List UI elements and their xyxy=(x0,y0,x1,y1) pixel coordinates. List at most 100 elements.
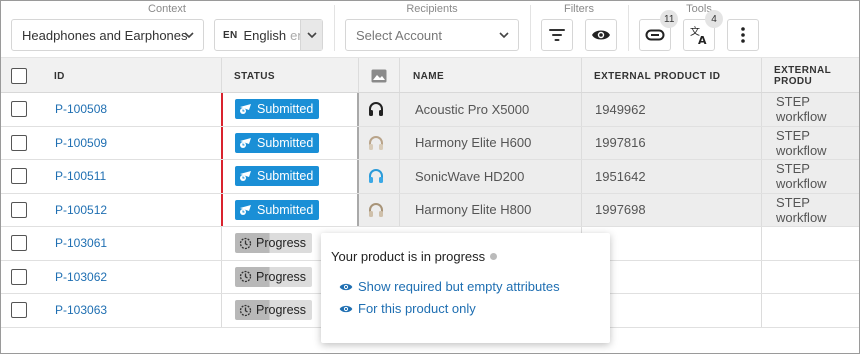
select-all-checkbox[interactable] xyxy=(11,68,27,84)
context-select-value: Headphones and Earphones xyxy=(22,27,188,43)
toolbar-divider xyxy=(628,5,629,51)
external-workflow: STEP workflow xyxy=(776,127,827,158)
language-name: English xyxy=(243,27,287,43)
product-id-link[interactable]: P-103062 xyxy=(55,270,107,284)
column-divider xyxy=(221,294,222,327)
product-id-link[interactable]: P-103061 xyxy=(55,236,107,250)
product-name: Acoustic Pro X5000 xyxy=(415,101,530,117)
submitted-icon xyxy=(239,137,253,149)
status-dot-icon xyxy=(490,253,498,260)
status-badge[interactable]: Submitted xyxy=(235,166,320,187)
header-external-product-workflow[interactable]: EXTERNAL PRODU xyxy=(774,58,859,94)
this-product-only-link[interactable]: For this product only xyxy=(339,301,476,316)
context-select[interactable]: Headphones and Earphones xyxy=(11,19,204,51)
status-badge[interactable]: Submitted xyxy=(235,199,320,220)
eye-icon xyxy=(592,30,610,40)
product-id-link[interactable]: P-103063 xyxy=(55,303,107,317)
row-checkbox[interactable] xyxy=(11,101,27,118)
status-cell: Submitted xyxy=(235,127,320,160)
row-select-cell xyxy=(11,194,27,227)
status-badge[interactable]: Progress xyxy=(235,233,313,254)
more-options-button[interactable] xyxy=(727,19,759,51)
status-label: Submitted xyxy=(257,135,314,150)
product-id-link[interactable]: P-100511 xyxy=(55,169,106,183)
column-divider xyxy=(221,260,222,293)
product-id-link[interactable]: P-100509 xyxy=(55,136,107,150)
column-divider xyxy=(399,58,400,92)
product-id-link[interactable]: P-100512 xyxy=(55,203,107,217)
image-divider-bar xyxy=(357,126,359,159)
headphones-thumbnail[interactable] xyxy=(367,134,385,152)
filters-group-label: Filters xyxy=(564,3,594,15)
clock-icon xyxy=(239,304,252,317)
row-select-cell xyxy=(11,127,27,160)
tools-group-label: Tools xyxy=(686,3,712,15)
table-row[interactable]: P-100508 Submitted Acoustic Pro X5000 19… xyxy=(1,93,859,127)
table-row[interactable]: P-100512 Submitted Harmony Elite H800 19… xyxy=(1,193,859,227)
column-divider xyxy=(581,160,582,193)
table-row[interactable]: P-100511 Submitted SonicWave HD200 19516… xyxy=(1,160,859,194)
filter-button[interactable] xyxy=(541,19,573,51)
recipients-group-label: Recipients xyxy=(406,3,458,15)
image-divider-bar xyxy=(357,93,359,126)
external-product-id: 1949962 xyxy=(595,101,646,117)
show-empty-attributes-label: Show required but empty attributes xyxy=(358,279,560,294)
status-badge[interactable]: Submitted xyxy=(235,132,320,153)
status-cell: Submitted xyxy=(235,160,320,193)
status-cell: Progress xyxy=(235,261,313,294)
status-badge[interactable]: Submitted xyxy=(235,99,320,120)
row-checkbox[interactable] xyxy=(11,235,27,252)
submitted-icon xyxy=(239,204,253,216)
thumbnail-cell xyxy=(367,160,385,193)
language-dropdown-toggle[interactable] xyxy=(300,20,322,50)
header-status[interactable]: STATUS xyxy=(234,58,275,94)
column-divider xyxy=(761,160,762,193)
column-divider xyxy=(761,58,762,92)
image-divider-bar xyxy=(357,160,359,193)
column-divider xyxy=(581,58,582,92)
context-group-label: Context xyxy=(148,3,186,15)
chevron-down-icon xyxy=(499,32,509,39)
status-label: Progress xyxy=(256,269,307,284)
status-label: Progress xyxy=(256,236,307,251)
row-checkbox[interactable] xyxy=(11,134,27,151)
headphones-thumbnail[interactable] xyxy=(367,201,385,219)
eye-icon xyxy=(339,304,353,314)
visibility-button[interactable] xyxy=(585,19,617,51)
column-divider xyxy=(399,126,400,159)
headphones-thumbnail[interactable] xyxy=(367,167,385,185)
link-count-badge: 11 xyxy=(660,10,679,28)
language-select[interactable]: EN English en xyxy=(214,19,323,51)
show-empty-attributes-link[interactable]: Show required but empty attributes xyxy=(339,279,560,294)
select-all-cell xyxy=(11,58,27,94)
column-divider xyxy=(358,58,359,92)
table-row[interactable]: P-100509 Submitted Harmony Elite H600 19… xyxy=(1,126,859,160)
row-select-cell xyxy=(11,261,27,294)
status-badge[interactable]: Progress xyxy=(235,300,313,321)
row-checkbox[interactable] xyxy=(11,201,27,218)
external-product-id: 1951642 xyxy=(595,168,646,184)
header-id[interactable]: ID xyxy=(54,58,65,94)
column-divider xyxy=(399,193,400,226)
product-id-link[interactable]: P-100508 xyxy=(55,102,107,116)
row-checkbox[interactable] xyxy=(11,302,27,319)
status-cell: Progress xyxy=(235,227,313,260)
header-external-product-id[interactable]: EXTERNAL PRODUCT ID xyxy=(594,58,720,94)
product-name: Harmony Elite H600 xyxy=(415,135,532,151)
product-name: SonicWave HD200 xyxy=(415,168,525,184)
header-name[interactable]: NAME xyxy=(413,58,444,94)
popover-title-text: Your product is in progress xyxy=(331,249,486,264)
headphones-thumbnail[interactable] xyxy=(367,100,385,118)
status-badge[interactable]: Progress xyxy=(235,266,313,287)
column-divider xyxy=(581,93,582,126)
row-checkbox[interactable] xyxy=(11,168,27,185)
more-vertical-icon xyxy=(741,27,745,43)
language-code: EN xyxy=(223,29,238,41)
row-select-cell xyxy=(11,227,27,260)
thumbnail-cell xyxy=(367,194,385,227)
column-divider xyxy=(761,93,762,126)
link-icon xyxy=(645,29,665,41)
recipients-select[interactable]: Select Account xyxy=(345,19,519,51)
column-divider xyxy=(581,126,582,159)
row-checkbox[interactable] xyxy=(11,268,27,285)
